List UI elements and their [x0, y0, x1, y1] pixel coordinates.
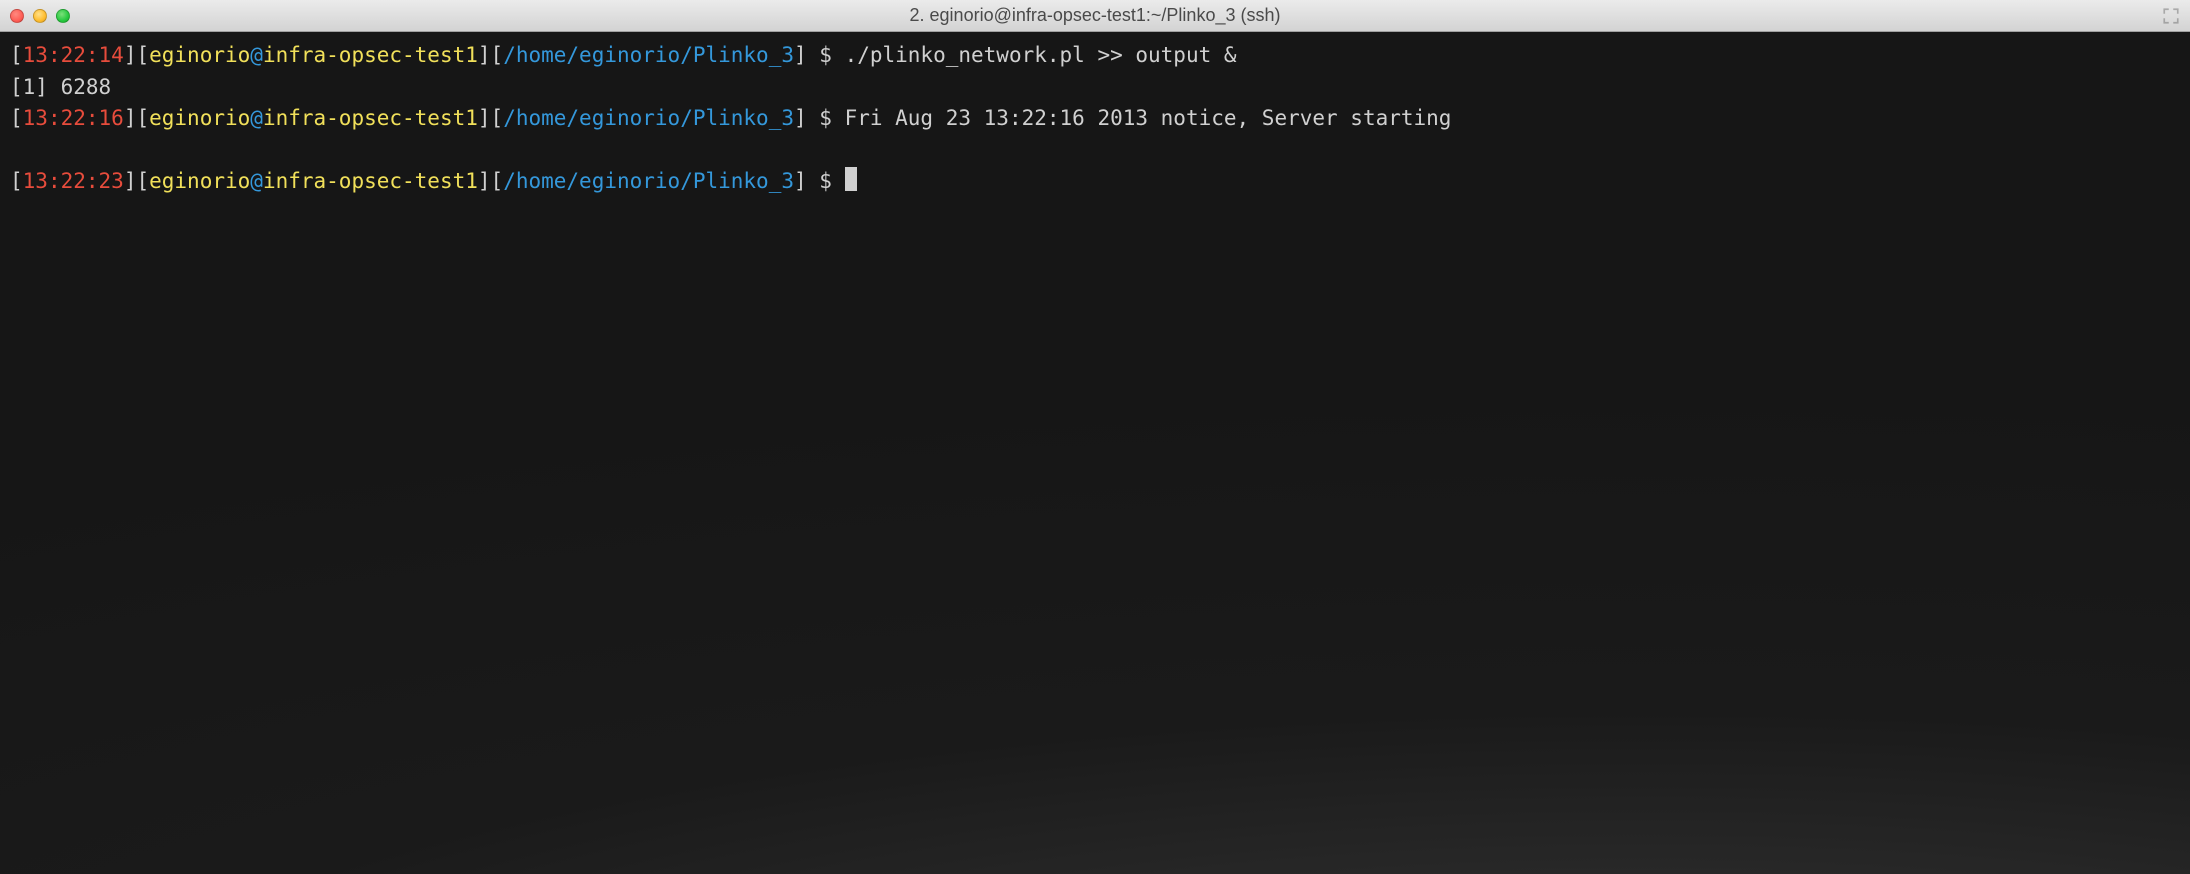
- output-text: [1] 6288: [10, 75, 111, 99]
- bracket: [: [491, 43, 504, 67]
- prompt-path: /home/eginorio/Plinko_3: [503, 43, 794, 67]
- bracket: [: [491, 106, 504, 130]
- traffic-lights: [10, 9, 70, 23]
- window-title: 2. eginorio@infra-opsec-test1:~/Plinko_3…: [910, 5, 1281, 26]
- bracket: ]: [794, 43, 807, 67]
- bracket: [: [10, 106, 23, 130]
- at-symbol: @: [250, 43, 263, 67]
- bracket: ]: [124, 43, 137, 67]
- bracket: [: [136, 106, 149, 130]
- prompt-dollar: $: [807, 169, 845, 193]
- prompt-path: /home/eginorio/Plinko_3: [503, 169, 794, 193]
- maximize-button[interactable]: [56, 9, 70, 23]
- prompt-dollar: $: [807, 43, 845, 67]
- bracket: [: [10, 169, 23, 193]
- prompt-path: /home/eginorio/Plinko_3: [503, 106, 794, 130]
- prompt-time: 13:22:23: [23, 169, 124, 193]
- at-symbol: @: [250, 169, 263, 193]
- terminal-line: [13:22:14][eginorio@infra-opsec-test1][/…: [10, 40, 2180, 72]
- minimize-button[interactable]: [33, 9, 47, 23]
- titlebar[interactable]: 2. eginorio@infra-opsec-test1:~/Plinko_3…: [0, 0, 2190, 32]
- bracket: [: [10, 43, 23, 67]
- prompt-command: ./plinko_network.pl >> output &: [845, 43, 1237, 67]
- terminal-line: [1] 6288: [10, 72, 2180, 104]
- prompt-user: eginorio: [149, 106, 250, 130]
- prompt-dollar: $: [807, 106, 845, 130]
- bracket: [: [136, 169, 149, 193]
- bracket: [: [491, 169, 504, 193]
- close-button[interactable]: [10, 9, 24, 23]
- bracket: ]: [478, 169, 491, 193]
- prompt-user: eginorio: [149, 169, 250, 193]
- prompt-command: Fri Aug 23 13:22:16 2013 notice, Server …: [845, 106, 1452, 130]
- prompt-time: 13:22:16: [23, 106, 124, 130]
- prompt-host: infra-opsec-test1: [263, 43, 478, 67]
- at-symbol: @: [250, 106, 263, 130]
- terminal-line: [13:22:16][eginorio@infra-opsec-test1][/…: [10, 103, 2180, 135]
- bracket: ]: [124, 169, 137, 193]
- bracket: [: [136, 43, 149, 67]
- expand-icon[interactable]: [2162, 7, 2180, 25]
- terminal-line: [13:22:23][eginorio@infra-opsec-test1][/…: [10, 166, 2180, 198]
- prompt-user: eginorio: [149, 43, 250, 67]
- prompt-host: infra-opsec-test1: [263, 106, 478, 130]
- terminal-body[interactable]: [13:22:14][eginorio@infra-opsec-test1][/…: [0, 32, 2190, 874]
- bracket: ]: [478, 106, 491, 130]
- bracket: ]: [478, 43, 491, 67]
- bracket: ]: [794, 169, 807, 193]
- bracket: ]: [124, 106, 137, 130]
- prompt-time: 13:22:14: [23, 43, 124, 67]
- terminal-line: [10, 135, 2180, 167]
- cursor: [845, 167, 857, 191]
- prompt-host: infra-opsec-test1: [263, 169, 478, 193]
- bracket: ]: [794, 106, 807, 130]
- terminal-window: 2. eginorio@infra-opsec-test1:~/Plinko_3…: [0, 0, 2190, 874]
